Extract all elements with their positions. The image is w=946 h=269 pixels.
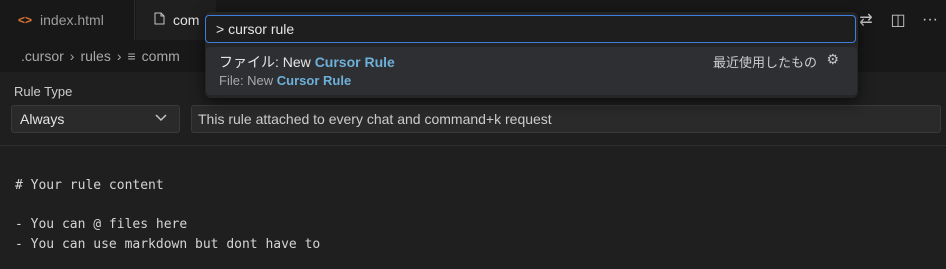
rule-type-select[interactable]: Always: [11, 105, 180, 133]
tab-label: com: [173, 12, 200, 28]
breadcrumb-rules[interactable]: rules: [80, 48, 110, 64]
file-icon: [154, 12, 165, 28]
tab-label: index.html: [40, 12, 104, 28]
tab-index-html[interactable]: <> index.html: [0, 0, 135, 40]
chevron-right-icon: ›: [69, 48, 75, 64]
palette-item-detail: File: New Cursor Rule: [219, 73, 352, 88]
chevron-right-icon: ›: [116, 48, 122, 64]
html-code-icon: <>: [18, 13, 33, 27]
command-palette-input[interactable]: > cursor rule: [205, 15, 856, 43]
breadcrumb: .cursor › rules › ≡ comm: [21, 48, 180, 64]
editor-actions: ⇄ ◫ ···: [850, 0, 946, 40]
palette-item-new-cursor-rule[interactable]: ファイル: New Cursor Rule File: New Cursor R…: [206, 47, 857, 95]
recently-used-label: 最近使用したもの: [712, 55, 817, 70]
tab-comm[interactable]: com: [136, 0, 216, 40]
breadcrumb-file[interactable]: comm: [142, 48, 180, 64]
palette-item-label: ファイル: New Cursor Rule: [219, 54, 395, 70]
more-icon[interactable]: ···: [914, 11, 946, 29]
markdown-file-icon: ≡: [127, 48, 136, 64]
chevron-down-icon: [155, 113, 167, 125]
rule-type-value: Always: [20, 111, 65, 127]
split-editor-icon[interactable]: ◫: [882, 10, 914, 30]
rule-description-input[interactable]: This rule attached to every chat and com…: [191, 105, 941, 133]
code-line[interactable]: - You can use markdown but dont have to: [15, 237, 320, 252]
divider: [0, 145, 946, 146]
breadcrumb-cursor[interactable]: .cursor: [21, 48, 64, 64]
command-palette: > cursor rule ファイル: New Cursor Rule File…: [205, 12, 858, 98]
gear-icon[interactable]: ⚙: [826, 51, 839, 68]
rule-type-label: Rule Type: [14, 84, 73, 99]
code-line[interactable]: # Your rule content: [15, 178, 164, 193]
code-line[interactable]: - You can @ files here: [15, 217, 187, 232]
